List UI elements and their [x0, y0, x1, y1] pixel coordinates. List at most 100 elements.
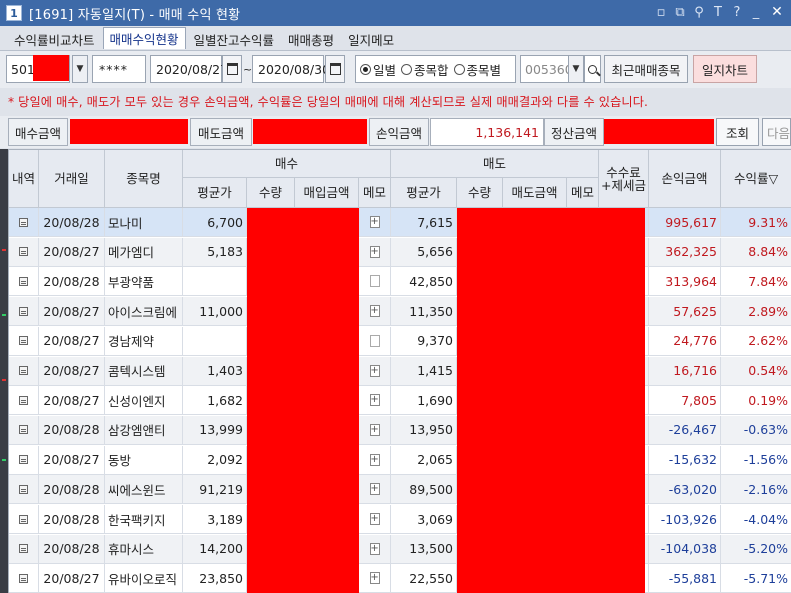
help-icon[interactable]: ? [729, 3, 745, 21]
row-rate: 0.19% [721, 386, 791, 416]
row-sell-avg: 89,500 [391, 475, 457, 505]
row-detail-icon[interactable] [9, 505, 39, 534]
date-from-field[interactable]: 2020/08/27 [150, 55, 228, 83]
row-buy-memo-icon[interactable]: + [359, 267, 391, 297]
pin-icon[interactable]: ⚲ [691, 3, 707, 21]
radio-per-stock-indicator [453, 63, 465, 75]
header-pnl[interactable]: 손익금액 [649, 150, 721, 208]
row-buy-memo-icon[interactable]: + [359, 208, 391, 237]
row-buy-memo-icon[interactable]: + [359, 356, 391, 386]
table-row[interactable]: 20/08/28 삼강엠앤티 13,999 + 13,950 -26,467 -… [9, 415, 791, 445]
row-detail-icon[interactable] [9, 564, 39, 593]
row-buy-memo-icon[interactable]: + [359, 505, 391, 534]
table-row[interactable]: 20/08/27 메가엠디 5,183 + 5,656 362,325 8.84… [9, 237, 791, 267]
password-field[interactable]: **** [92, 55, 146, 83]
row-date: 20/08/28 [39, 505, 105, 534]
row-rate: 8.84% [721, 237, 791, 267]
table-row[interactable]: 20/08/28 모나미 6,700 + 7,615 995,617 9.31% [9, 208, 791, 237]
row-buy-memo-icon[interactable]: + [359, 475, 391, 505]
tab-daily-balance-return[interactable]: 일별잔고수익률 [188, 29, 281, 49]
row-sell-avg: 22,550 [391, 564, 457, 593]
row-detail-icon[interactable] [9, 475, 39, 505]
header-sell-memo[interactable]: 메모 [567, 178, 599, 208]
header-buy-memo[interactable]: 메모 [359, 178, 391, 208]
date-to-field[interactable]: 2020/08/30 [252, 55, 330, 83]
close-icon[interactable]: ✕ [767, 3, 787, 21]
radio-daily[interactable]: 일별 [360, 60, 396, 79]
row-buy-memo-icon[interactable]: + [359, 445, 391, 475]
table-row[interactable]: 20/08/27 아이스크림에 11,000 + 11,350 57,625 2… [9, 297, 791, 327]
row-buy-memo-icon[interactable]: + [359, 564, 391, 593]
header-buy-amount[interactable]: 매입금액 [295, 178, 359, 208]
calendar-from-icon[interactable] [222, 55, 242, 83]
search-icon[interactable] [584, 55, 601, 83]
copy-icon[interactable]: ⧉ [672, 3, 688, 21]
account-dropdown-icon[interactable]: ▼ [72, 55, 88, 83]
table-row[interactable]: 20/08/27 동방 2,092 + 2,065 -15,632 -1.56% [9, 445, 791, 475]
tab-trade-profit-status[interactable]: 매매수익현황 [102, 27, 186, 49]
buy-amount-redaction [70, 119, 188, 144]
row-detail-icon[interactable] [9, 297, 39, 327]
row-detail-icon[interactable] [9, 445, 39, 475]
tab-journal-memo[interactable]: 일지메모 [342, 29, 400, 49]
tab-return-compare-chart[interactable]: 수익률비교차트 [8, 29, 101, 49]
memo-plus-icon: + [369, 542, 380, 555]
table-row[interactable]: 20/08/27 경남제약 + 9,370 24,776 2.62% [9, 326, 791, 356]
table-row[interactable]: 20/08/27 신성이엔지 1,682 + 1,690 7,805 0.19% [9, 386, 791, 416]
header-buy-qty[interactable]: 수량 [247, 178, 295, 208]
row-rate: 9.31% [721, 208, 791, 237]
next-button[interactable]: 다음 [762, 118, 791, 146]
title-bar: 1 [1691] 자동일지(T) - 매매 수익 현황 ▫ ⧉ ⚲ T ? _ … [0, 0, 791, 26]
row-buy-memo-icon[interactable]: + [359, 297, 391, 327]
recent-trades-button[interactable]: 최근매매종목 [604, 55, 688, 83]
table-row[interactable]: 20/08/27 유바이오로직 23,850 + 22,550 -55,881 … [9, 564, 791, 593]
row-buy-avg: 5,183 [183, 237, 247, 267]
journal-chart-button[interactable]: 일지차트 [693, 55, 757, 83]
row-buy-avg [183, 326, 247, 356]
row-detail-icon[interactable] [9, 326, 39, 356]
row-pnl: 995,617 [649, 208, 721, 237]
table-row[interactable]: 20/08/28 한국팩키지 3,189 + 3,069 -103,926 -4… [9, 505, 791, 534]
header-sell-amount[interactable]: 매도금액 [503, 178, 567, 208]
row-detail-icon[interactable] [9, 415, 39, 445]
header-buy-avg[interactable]: 평균가 [183, 178, 247, 208]
stock-code-input[interactable]: 005360 [520, 55, 573, 83]
row-buy-memo-icon[interactable]: + [359, 386, 391, 416]
header-date[interactable]: 거래일 [39, 150, 105, 208]
calculation-notice: * 당일에 매수, 매도가 모두 있는 경우 손익금액, 수익률은 당일의 매매… [8, 95, 648, 109]
table-row[interactable]: 20/08/28 부광약품 + 42,850 313,964 7.84% [9, 267, 791, 297]
calendar-to-icon[interactable] [325, 55, 345, 83]
header-type[interactable]: 내역 [9, 150, 39, 208]
row-buy-memo-icon[interactable]: + [359, 534, 391, 564]
header-rate[interactable]: 수익률▽ [721, 150, 791, 208]
row-detail-icon[interactable] [9, 534, 39, 564]
window-title: [1691] 자동일지(T) - 매매 수익 현황 [29, 7, 241, 23]
query-button[interactable]: 조회 [716, 118, 759, 146]
header-sell-avg[interactable]: 평균가 [391, 178, 457, 208]
table-row[interactable]: 20/08/28 씨에스윈드 91,219 + 89,500 -63,020 -… [9, 475, 791, 505]
stock-code-dropdown-icon[interactable]: ▼ [568, 55, 584, 83]
row-stock-name: 유바이오로직 [105, 564, 183, 593]
row-detail-icon[interactable] [9, 208, 39, 237]
row-buy-memo-icon[interactable]: + [359, 237, 391, 267]
header-name[interactable]: 종목명 [105, 150, 183, 208]
table-row[interactable]: 20/08/27 콤텍시스템 1,403 + 1,415 16,716 0.54… [9, 356, 791, 386]
row-detail-icon[interactable] [9, 356, 39, 386]
row-detail-icon[interactable] [9, 267, 39, 297]
header-sell-qty[interactable]: 수량 [457, 178, 503, 208]
radio-stock-sum[interactable]: 종목합 [401, 60, 449, 79]
row-buy-memo-icon[interactable]: + [359, 326, 391, 356]
tab-trade-review[interactable]: 매매총평 [282, 29, 340, 49]
restore-small-icon[interactable]: ▫ [653, 3, 669, 21]
row-pnl: -55,881 [649, 564, 721, 593]
minimize-icon[interactable]: _ [748, 3, 764, 21]
row-detail-icon[interactable] [9, 237, 39, 267]
header-fee-tax[interactable]: 수수료 +제세금 [599, 150, 649, 208]
sell-qty-amount-fee-redaction [457, 208, 645, 593]
row-sell-avg: 2,065 [391, 445, 457, 475]
row-buy-memo-icon[interactable]: + [359, 415, 391, 445]
radio-per-stock[interactable]: 종목별 [453, 60, 501, 79]
row-detail-icon[interactable] [9, 386, 39, 416]
table-row[interactable]: 20/08/28 휴마시스 14,200 + 13,500 -104,038 -… [9, 534, 791, 564]
font-icon[interactable]: T [710, 3, 726, 21]
